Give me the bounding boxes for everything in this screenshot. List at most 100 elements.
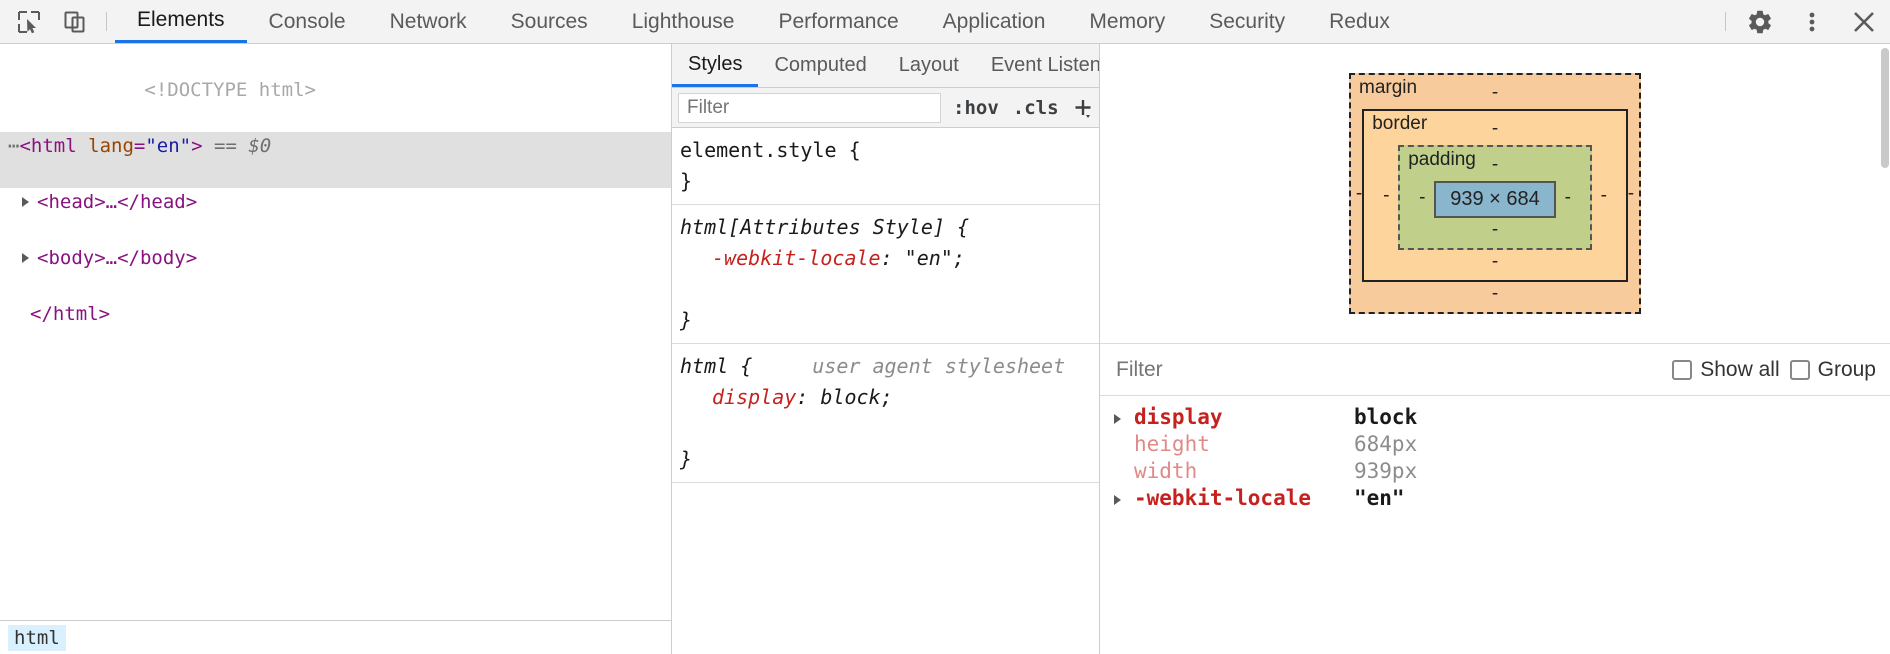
dom-tree[interactable]: <!DOCTYPE html> ⋯<html lang="en"> == $0 …	[0, 44, 671, 620]
css-rule-selector[interactable]: html {	[680, 351, 752, 382]
dom-node-html-close[interactable]: </html>	[0, 300, 671, 356]
tab-elements[interactable]: Elements	[115, 0, 247, 43]
css-rule-selector[interactable]: html[Attributes Style] {	[680, 212, 1099, 243]
tab-computed-label: Computed	[774, 54, 867, 76]
tab-computed[interactable]: Computed	[758, 44, 882, 87]
chevron-right-icon[interactable]	[1114, 404, 1134, 431]
tab-sources[interactable]: Sources	[489, 0, 610, 43]
group-checkbox[interactable]: Group	[1789, 358, 1876, 382]
tab-performance[interactable]: Performance	[756, 0, 920, 43]
css-rule-element-style[interactable]: element.style { }	[672, 128, 1099, 205]
devtools-window: Elements Console Network Sources Lightho…	[0, 0, 1890, 654]
css-property-colon: :	[796, 385, 821, 409]
css-declaration[interactable]: -webkit-locale: "en";	[680, 243, 1099, 305]
show-all-checkbox[interactable]: Show all	[1672, 357, 1780, 382]
computed-styles-pane: margin - - border - - padding - - 939 × …	[1100, 44, 1890, 654]
dom-node-selected-marker: ==	[214, 135, 237, 157]
dom-node-html-prefix: ⋯	[8, 135, 20, 157]
computed-properties-list[interactable]: display block height 684px width 939px -…	[1100, 396, 1890, 654]
computed-property-row[interactable]: width 939px	[1100, 458, 1890, 485]
dom-node-html[interactable]: ⋯<html lang="en"> == $0	[0, 132, 671, 188]
inspect-element-icon[interactable]	[6, 0, 52, 43]
dom-node-html-attr-value: "en"	[145, 135, 192, 157]
tab-event-listeners[interactable]: Event Listeners	[975, 44, 1099, 87]
add-style-rule-icon[interactable]	[1071, 95, 1095, 121]
device-toolbar-icon[interactable]	[52, 0, 98, 43]
computed-property-row[interactable]: height 684px	[1100, 431, 1890, 458]
css-rule-user-agent[interactable]: html { user agent stylesheet display: bl…	[672, 344, 1099, 483]
tab-memory[interactable]: Memory	[1067, 0, 1187, 43]
computed-property-row[interactable]: display block	[1100, 404, 1890, 431]
box-model-diagram: margin - - border - - padding - - 939 × …	[1100, 44, 1890, 344]
computed-property-name: height	[1134, 432, 1210, 456]
chevron-right-icon[interactable]	[1114, 485, 1134, 512]
toggle-pseudo-classes-button[interactable]: :hov	[951, 97, 1001, 119]
dom-node-html-close-text: </html>	[30, 303, 111, 325]
tab-lighthouse-label: Lighthouse	[631, 9, 735, 33]
box-model-border[interactable]: border - - padding - - 939 × 684 - - - -	[1362, 109, 1628, 282]
css-property-value[interactable]: block;	[820, 385, 892, 409]
box-model-border-right[interactable]: -	[1592, 185, 1616, 207]
css-property-name[interactable]: display	[712, 385, 796, 409]
box-model-padding-right[interactable]: -	[1556, 187, 1580, 209]
tab-console[interactable]: Console	[247, 0, 368, 43]
computed-property-row[interactable]: -webkit-locale "en"	[1100, 485, 1890, 512]
toolbar-divider	[106, 12, 107, 31]
box-model-border-label: border	[1372, 113, 1428, 134]
close-icon[interactable]	[1838, 0, 1890, 43]
chevron-right-icon[interactable]	[22, 253, 29, 263]
css-property-name[interactable]: -webkit-locale	[712, 246, 881, 270]
tab-memory-label: Memory	[1089, 9, 1166, 33]
tab-styles[interactable]: Styles	[672, 44, 759, 87]
css-declaration[interactable]: display: block;	[680, 382, 1099, 444]
tab-security-label: Security	[1209, 9, 1286, 33]
dom-node-body[interactable]: <body>…</body>	[0, 244, 671, 300]
css-rule-closing-brace: }	[680, 447, 693, 471]
devtools-main-area: <!DOCTYPE html> ⋯<html lang="en"> == $0 …	[0, 44, 1890, 654]
panel-tab-list: Elements Console Network Sources Lightho…	[115, 0, 1717, 43]
gear-icon[interactable]	[1734, 0, 1786, 43]
box-model-padding-bottom[interactable]: -	[1410, 218, 1580, 242]
toggle-element-classes-button[interactable]: .cls	[1011, 97, 1061, 119]
scrollbar-thumb[interactable]	[1881, 48, 1889, 168]
tab-layout[interactable]: Layout	[883, 44, 975, 87]
box-model-border-bottom[interactable]: -	[1374, 250, 1616, 274]
tab-lighthouse[interactable]: Lighthouse	[610, 0, 757, 43]
dom-node-html-gt: >	[191, 135, 203, 157]
tab-styles-label: Styles	[688, 52, 743, 75]
breadcrumb-item-html[interactable]: html	[8, 624, 66, 651]
box-model-padding[interactable]: padding - - 939 × 684 - -	[1398, 145, 1592, 250]
css-rules-list: element.style { } html[Attributes Style]…	[672, 128, 1099, 654]
show-all-label: Show all	[1700, 357, 1780, 381]
dom-node-body-text: <body>…</body>	[37, 247, 198, 269]
styles-filter-input[interactable]	[678, 92, 941, 123]
box-model-border-left[interactable]: -	[1374, 185, 1398, 207]
chevron-right-icon[interactable]	[22, 197, 29, 207]
box-model-margin-right[interactable]: -	[1628, 183, 1634, 205]
box-model-content-size[interactable]: 939 × 684	[1434, 181, 1556, 218]
css-rule-attributes-style[interactable]: html[Attributes Style] { -webkit-locale:…	[672, 205, 1099, 344]
tab-security[interactable]: Security	[1187, 0, 1307, 43]
tab-event-listeners-label: Event Listeners	[990, 54, 1099, 76]
computed-pane-scrollbar[interactable]	[1880, 44, 1890, 654]
box-model-margin-bottom[interactable]: -	[1361, 282, 1629, 306]
tab-application[interactable]: Application	[921, 0, 1068, 43]
computed-property-name: width	[1134, 459, 1198, 483]
box-model: margin - - border - - padding - - 939 × …	[1349, 73, 1641, 314]
show-all-checkbox-box[interactable]	[1672, 359, 1693, 380]
box-model-padding-label: padding	[1408, 149, 1476, 170]
css-rule-selector[interactable]: element.style {	[680, 135, 1099, 166]
dom-node-doctype[interactable]: <!DOCTYPE html>	[0, 48, 671, 132]
tab-redux[interactable]: Redux	[1307, 0, 1412, 43]
box-model-margin[interactable]: margin - - border - - padding - - 939 × …	[1349, 73, 1641, 314]
computed-filter-input[interactable]	[1114, 356, 1663, 383]
tab-performance-label: Performance	[778, 9, 899, 33]
dom-node-head[interactable]: <head>…</head>	[0, 188, 671, 244]
group-checkbox-box[interactable]	[1789, 359, 1810, 380]
dom-breadcrumb: html	[0, 620, 671, 654]
dom-node-html-attr-name: lang	[88, 135, 134, 157]
box-model-padding-left[interactable]: -	[1410, 187, 1434, 209]
kebab-menu-icon[interactable]	[1786, 0, 1838, 43]
tab-network[interactable]: Network	[368, 0, 489, 43]
css-property-value[interactable]: "en";	[905, 246, 965, 270]
